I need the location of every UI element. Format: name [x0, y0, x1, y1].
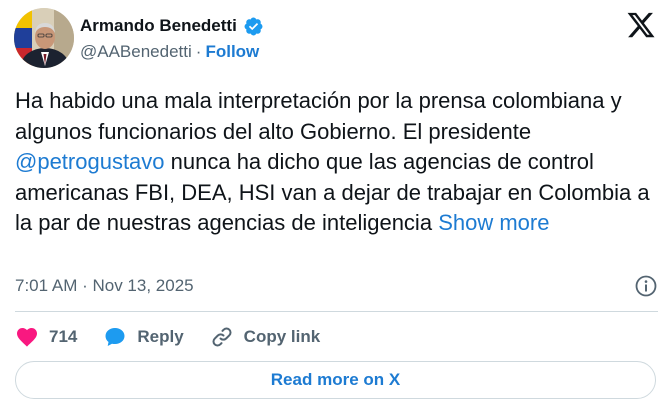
copy-link-label: Copy link: [243, 327, 321, 346]
author-name[interactable]: Armando Benedetti: [80, 16, 237, 36]
avatar-portrait: [14, 8, 74, 68]
copy-link-button[interactable]: Copy link: [210, 325, 321, 349]
separator-dot: ·: [195, 42, 202, 61]
read-more-button[interactable]: Read more on X: [15, 361, 656, 399]
link-icon: [212, 327, 232, 347]
reply-label: Reply: [137, 327, 184, 346]
author-name-row[interactable]: Armando Benedetti: [80, 14, 264, 38]
show-more-link[interactable]: Show more: [438, 210, 549, 235]
tweet-timestamp[interactable]: 7:01 AM · Nov 13, 2025: [15, 276, 194, 296]
verified-badge-icon: [243, 16, 264, 37]
tweet-text-part: Ha habido una mala interpretación por la…: [15, 88, 622, 144]
author-handle[interactable]: @AABenedetti: [80, 42, 192, 62]
like-count: 714: [49, 327, 78, 346]
heart-icon: [17, 328, 37, 347]
follow-button[interactable]: Follow: [205, 42, 259, 62]
avatar[interactable]: [14, 8, 74, 68]
info-icon[interactable]: [634, 274, 658, 298]
tweet-text: Ha habido una mala interpretación por la…: [15, 86, 660, 239]
author-handle-row: @AABenedetti · Follow: [80, 41, 259, 63]
x-logo-icon[interactable]: [625, 10, 657, 40]
reply-bubble-icon: [105, 328, 125, 346]
reply-button[interactable]: Reply: [103, 325, 184, 349]
tweet-actions: 714 Reply Copy link: [15, 322, 346, 352]
tweet-meta-row: 7:01 AM · Nov 13, 2025: [15, 274, 658, 298]
divider: [15, 311, 658, 312]
mention-link[interactable]: @petrogustavo: [15, 149, 165, 174]
like-button[interactable]: 714: [15, 325, 77, 349]
read-more-label: Read more on X: [270, 370, 401, 389]
embedded-tweet-card: Armando Benedetti @AABenedetti · Follow …: [0, 0, 671, 417]
